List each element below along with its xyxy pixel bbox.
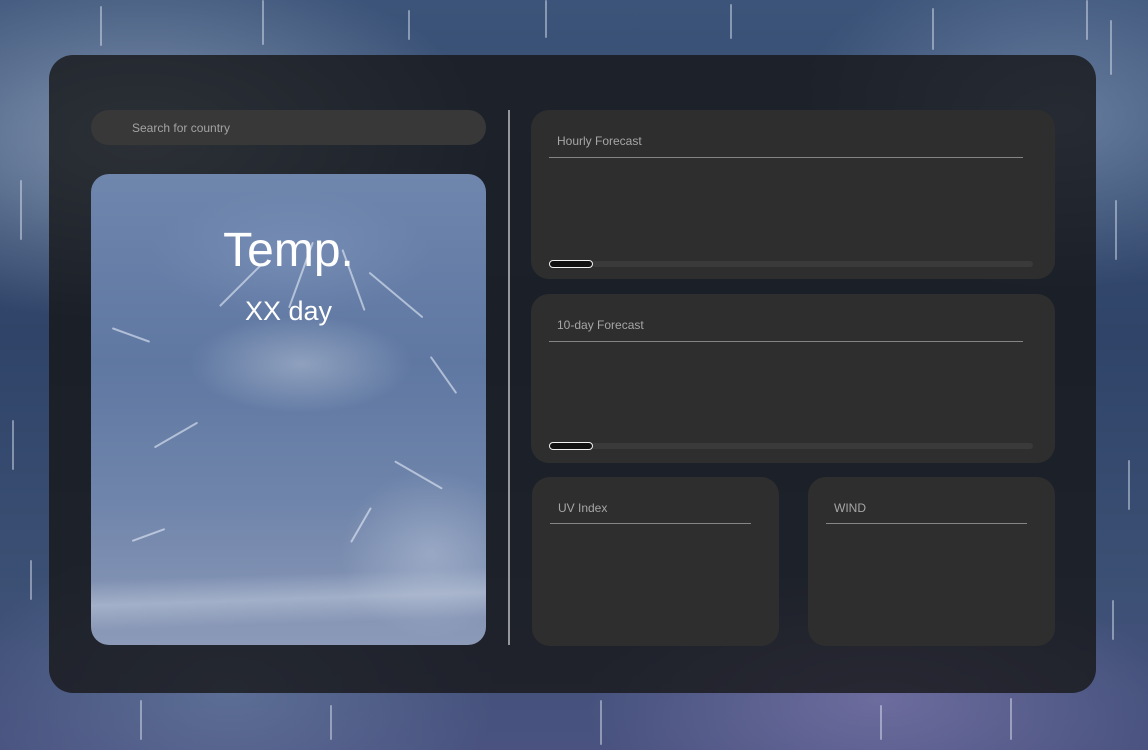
- ten-day-forecast-scroll-thumb[interactable]: [549, 442, 593, 450]
- search-input[interactable]: Search for country: [91, 110, 486, 145]
- day-label: XX day: [244, 296, 333, 326]
- search-placeholder: Search for country: [132, 120, 231, 135]
- ten-day-forecast-title: 10-day Forecast: [557, 318, 644, 332]
- hourly-forecast-title: Hourly Forecast: [557, 134, 642, 148]
- weather-app-panel: Search for country Temp. XX day Hourly F…: [49, 55, 1096, 693]
- hourly-forecast-divider: [549, 157, 1023, 158]
- ten-day-forecast-scrollbar[interactable]: [549, 442, 1033, 450]
- temperature-value: Temp.: [223, 224, 354, 277]
- uv-index-title: UV Index: [558, 501, 608, 515]
- column-divider: [508, 110, 510, 645]
- hourly-forecast-card: Hourly Forecast: [531, 110, 1055, 279]
- current-weather-card: Temp. XX day: [91, 174, 486, 645]
- ten-day-forecast-divider: [549, 341, 1023, 342]
- wind-title: WIND: [834, 501, 866, 515]
- uv-index-card: UV Index: [532, 477, 779, 646]
- hourly-forecast-scrollbar[interactable]: [549, 260, 1033, 268]
- uv-index-divider: [550, 523, 751, 524]
- wind-card: WIND: [808, 477, 1055, 646]
- ten-day-forecast-card: 10-day Forecast: [531, 294, 1055, 463]
- wind-divider: [826, 523, 1027, 524]
- hourly-forecast-scroll-thumb[interactable]: [549, 260, 593, 268]
